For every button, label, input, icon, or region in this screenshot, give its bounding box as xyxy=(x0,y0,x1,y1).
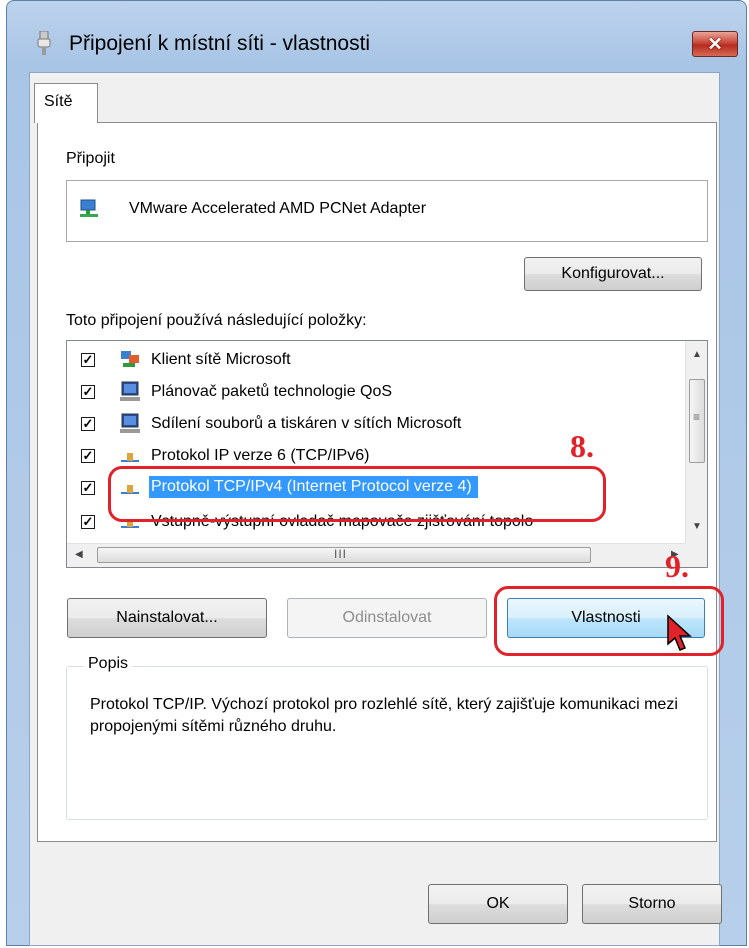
item-checkbox[interactable]: ✓ xyxy=(81,515,95,529)
items-label: Toto připojení používá následující polož… xyxy=(66,312,367,329)
annotation-highlight-step8 xyxy=(108,466,606,522)
grip-icon: III xyxy=(334,547,348,561)
network-client-icon xyxy=(121,351,139,367)
network-adapter-icon xyxy=(80,199,98,217)
item-label: Sdílení souborů a tiskáren v sítích Micr… xyxy=(151,415,462,432)
components-list[interactable]: ✓ Klient sítě Microsoft ✓ Plánovač paket… xyxy=(66,340,708,568)
vertical-scrollbar[interactable]: ▲ ≡ ▼ xyxy=(685,341,707,543)
item-checkbox[interactable]: ✓ xyxy=(81,417,95,431)
item-label: Klient sítě Microsoft xyxy=(151,351,291,368)
item-checkbox[interactable]: ✓ xyxy=(81,353,95,367)
vertical-scroll-thumb[interactable]: ≡ xyxy=(689,379,705,463)
tab-site[interactable]: Sítě xyxy=(34,83,98,123)
description-group xyxy=(66,666,708,820)
network-plug-icon xyxy=(37,31,51,55)
adapter-name: VMware Accelerated AMD PCNet Adapter xyxy=(129,200,427,217)
computer-service-icon xyxy=(120,413,140,433)
horizontal-scroll-thumb[interactable]: III xyxy=(97,547,591,563)
horizontal-scrollbar[interactable]: ◀ III ▶ xyxy=(67,543,687,567)
scroll-up-icon[interactable]: ▲ xyxy=(692,349,702,360)
annotation-step9-label: 9. xyxy=(665,548,689,584)
adapter-field: VMware Accelerated AMD PCNet Adapter xyxy=(66,180,708,242)
item-label: Protokol IP verze 6 (TCP/IPv6) xyxy=(151,447,370,464)
protocol-icon xyxy=(121,453,139,462)
item-checkbox[interactable]: ✓ xyxy=(81,481,95,495)
scroll-left-icon[interactable]: ◀ xyxy=(75,549,83,560)
cancel-button[interactable]: Storno xyxy=(582,884,722,924)
ok-button[interactable]: OK xyxy=(428,884,568,924)
annotation-step8-label: 8. xyxy=(570,428,594,464)
window-title: Připojení k místní síti - vlastnosti xyxy=(69,32,371,55)
uninstall-button[interactable]: Odinstalovat xyxy=(287,598,487,638)
description-title: Popis xyxy=(84,655,133,673)
connect-label: Připojit xyxy=(66,150,115,167)
close-icon: ✕ xyxy=(707,34,723,54)
title-bar[interactable]: Připojení k místní síti - vlastnosti ✕ xyxy=(7,1,746,73)
item-label: Plánovač paketů technologie QoS xyxy=(151,383,393,400)
computer-service-icon xyxy=(120,381,140,401)
list-item[interactable]: ✓ Klient sítě Microsoft xyxy=(67,345,667,377)
item-checkbox[interactable]: ✓ xyxy=(81,385,95,399)
mouse-cursor-icon xyxy=(667,614,692,651)
install-button[interactable]: Nainstalovat... xyxy=(67,598,267,638)
grip-icon: ≡ xyxy=(693,410,701,424)
configure-button[interactable]: Konfigurovat... xyxy=(524,257,702,291)
list-item[interactable]: ✓ Plánovač paketů technologie QoS xyxy=(67,377,667,409)
scroll-down-icon[interactable]: ▼ xyxy=(692,521,702,532)
item-checkbox[interactable]: ✓ xyxy=(81,449,95,463)
close-button[interactable]: ✕ xyxy=(692,31,738,57)
description-text: Protokol TCP/IP. Výchozí protokol pro ro… xyxy=(90,696,678,735)
